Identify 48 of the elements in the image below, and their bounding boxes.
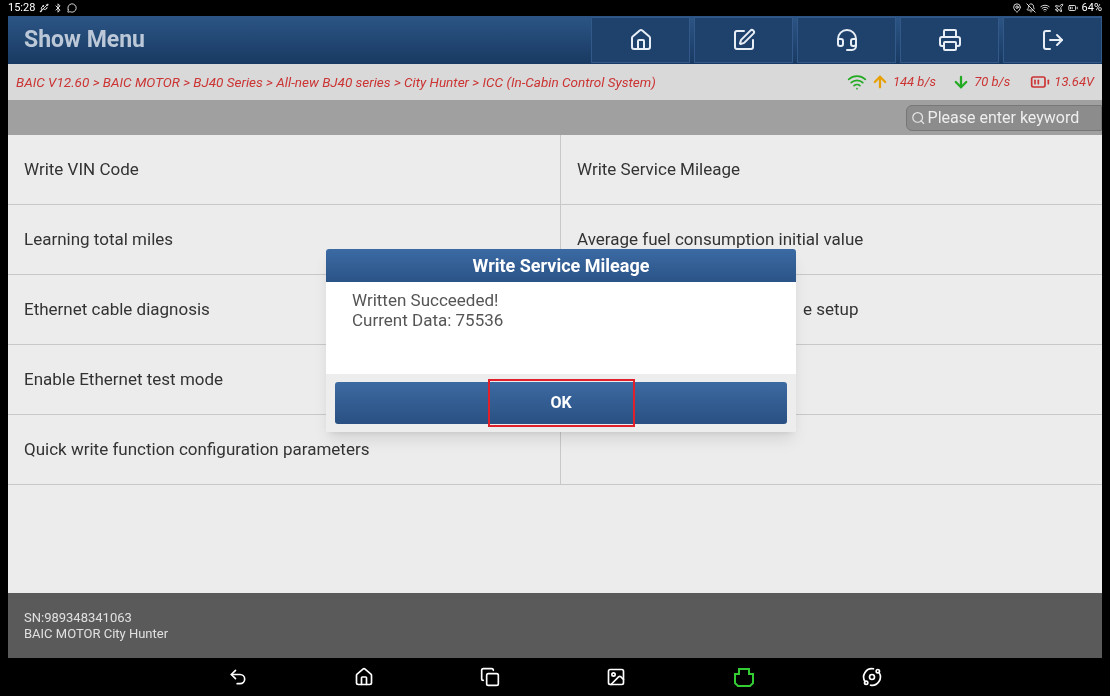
dialog-message: Written Succeeded! xyxy=(352,290,500,310)
airplane-icon xyxy=(1053,3,1064,13)
battery-icon xyxy=(1067,3,1078,13)
menu-item[interactable]: Quick write function configuration parameters xyxy=(24,436,370,463)
wifi-icon xyxy=(1039,3,1050,13)
print-icon xyxy=(937,28,962,52)
gallery-icon[interactable] xyxy=(606,667,626,687)
home-icon[interactable] xyxy=(354,667,374,687)
exit-icon xyxy=(1040,28,1065,52)
menu-item[interactable]: Enable Ethernet test mode xyxy=(24,366,224,393)
location-icon xyxy=(1011,3,1022,13)
headset-button[interactable] xyxy=(797,17,896,63)
header-title: Show Menu xyxy=(23,24,145,55)
voltage: 13.64V xyxy=(1054,73,1094,92)
home-icon xyxy=(628,28,653,52)
exit-button[interactable] xyxy=(1003,17,1102,63)
edit-button[interactable] xyxy=(694,17,793,63)
wifi-icon xyxy=(846,72,867,92)
menu-item[interactable]: Ethernet cable diagnosis xyxy=(24,296,210,323)
menu-item[interactable]: e setup xyxy=(803,296,859,323)
serial-number: SN:989348341063 xyxy=(24,609,133,626)
browser-icon[interactable] xyxy=(862,667,882,687)
back-icon[interactable] xyxy=(228,667,248,687)
upload-speed: 144 b/s xyxy=(892,73,937,92)
menu-item[interactable]: Write Service Mileage xyxy=(577,156,741,183)
edit-icon xyxy=(731,28,756,52)
mute-icon xyxy=(1025,3,1036,13)
search-icon xyxy=(911,109,926,126)
clock: 15:28 xyxy=(8,0,36,16)
battery-level: 64% xyxy=(1081,0,1102,16)
print-button[interactable] xyxy=(900,17,999,63)
recent-apps-icon[interactable] xyxy=(480,667,500,687)
breadcrumb: BAIC V12.60 > BAIC MOTOR > BJ40 Series > All-new BJ40 series > City Hunter > ICC (In-Cabin Control System) xyxy=(16,72,656,92)
ok-button[interactable]: OK xyxy=(335,382,787,424)
search-field[interactable]: Please enter keyword xyxy=(906,104,1102,131)
bluetooth-icon xyxy=(53,3,64,13)
menu-item[interactable]: Write VIN Code xyxy=(24,156,139,183)
headset-icon xyxy=(834,28,859,52)
usb-icon xyxy=(39,3,50,13)
dialog-title: Write Service Mileage xyxy=(472,254,650,278)
menu-item[interactable]: Average fuel consumption initial value xyxy=(577,226,864,253)
download-speed: 70 b/s xyxy=(974,73,1011,92)
message-icon xyxy=(67,3,78,13)
vehicle-name: BAIC MOTOR City Hunter xyxy=(24,625,170,642)
home-button[interactable] xyxy=(591,17,690,63)
menu-item[interactable]: Learning total miles xyxy=(24,226,174,253)
vci-connector-icon[interactable] xyxy=(732,667,756,687)
dialog-message: Current Data: 75536 xyxy=(352,310,505,330)
